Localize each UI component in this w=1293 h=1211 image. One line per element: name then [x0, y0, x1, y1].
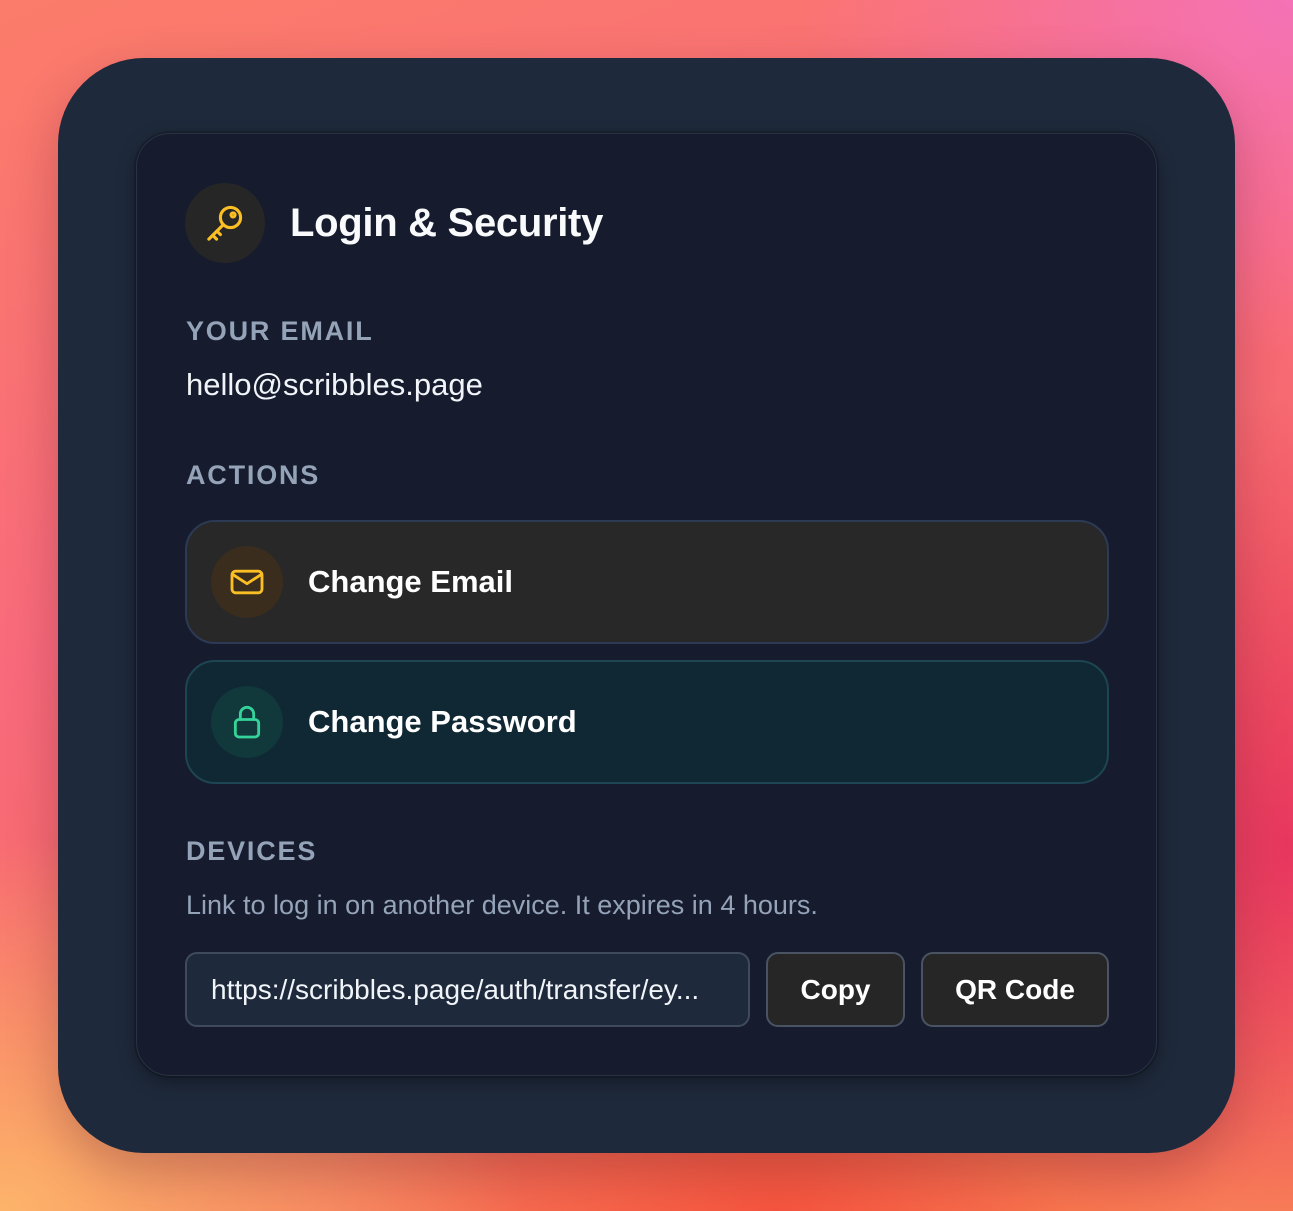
change-email-label: Change Email: [308, 564, 513, 599]
change-email-button[interactable]: Change Email: [185, 520, 1109, 644]
copy-button[interactable]: Copy: [766, 952, 905, 1027]
transfer-link-field[interactable]: [185, 952, 750, 1027]
your-email-label: YOUR EMAIL: [186, 316, 374, 346]
qr-code-button[interactable]: QR Code: [921, 952, 1109, 1027]
devices-label: DEVICES: [186, 836, 318, 866]
login-security-card: Login & Security YOUR EMAIL hello@scribb…: [136, 133, 1157, 1076]
devices-description: Link to log in on another device. It exp…: [186, 890, 818, 920]
envelope-icon-badge: [211, 546, 283, 618]
envelope-icon: [230, 569, 264, 595]
change-password-label: Change Password: [308, 704, 577, 739]
lock-icon-badge: [211, 686, 283, 758]
key-icon: [207, 205, 243, 241]
email-value: hello@scribbles.page: [186, 367, 483, 402]
lock-icon: [233, 705, 261, 739]
change-password-button[interactable]: Change Password: [185, 660, 1109, 784]
page-title: Login & Security: [290, 200, 604, 245]
card-header: Login & Security: [185, 183, 603, 263]
actions-label: ACTIONS: [186, 460, 321, 490]
key-icon-badge: [185, 183, 265, 263]
